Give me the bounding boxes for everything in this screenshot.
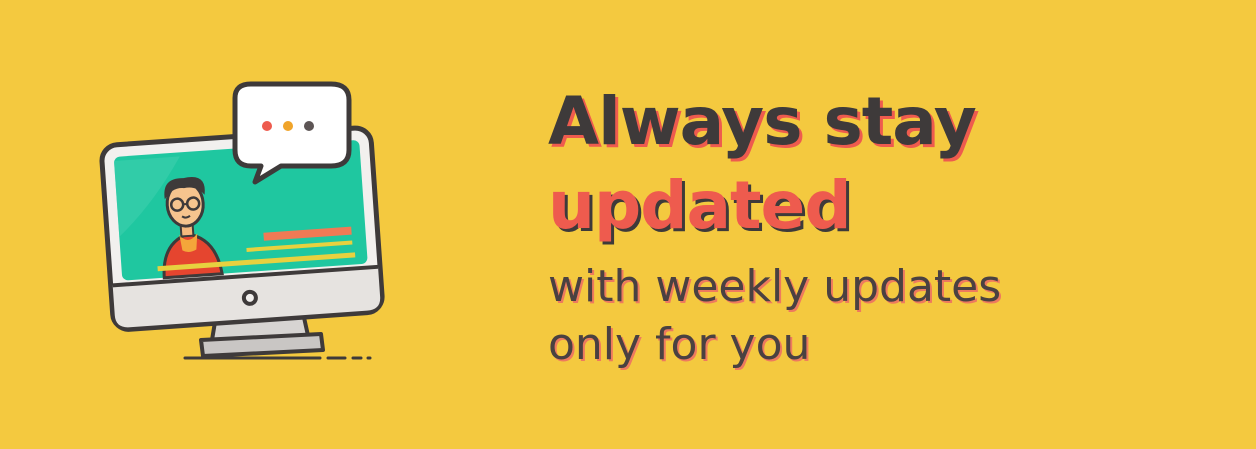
subheadline-line-1: with weekly updates — [548, 261, 1002, 312]
monitor-base — [199, 332, 325, 358]
headline-highlight: updated — [548, 167, 852, 244]
headline: Always stay updated — [548, 80, 1228, 248]
computer-with-chat-bubble-icon — [99, 81, 385, 360]
computer-illustration — [95, 78, 395, 368]
subheadline: with weekly updates only for you — [548, 258, 1228, 374]
headline-line-1: Always stay — [548, 83, 977, 160]
promo-text: Always stay updated with weekly updates … — [548, 80, 1228, 374]
promo-banner: Always stay updated with weekly updates … — [0, 0, 1256, 449]
chat-bubble-icon — [232, 81, 352, 185]
subheadline-line-2: only for you — [548, 319, 811, 370]
